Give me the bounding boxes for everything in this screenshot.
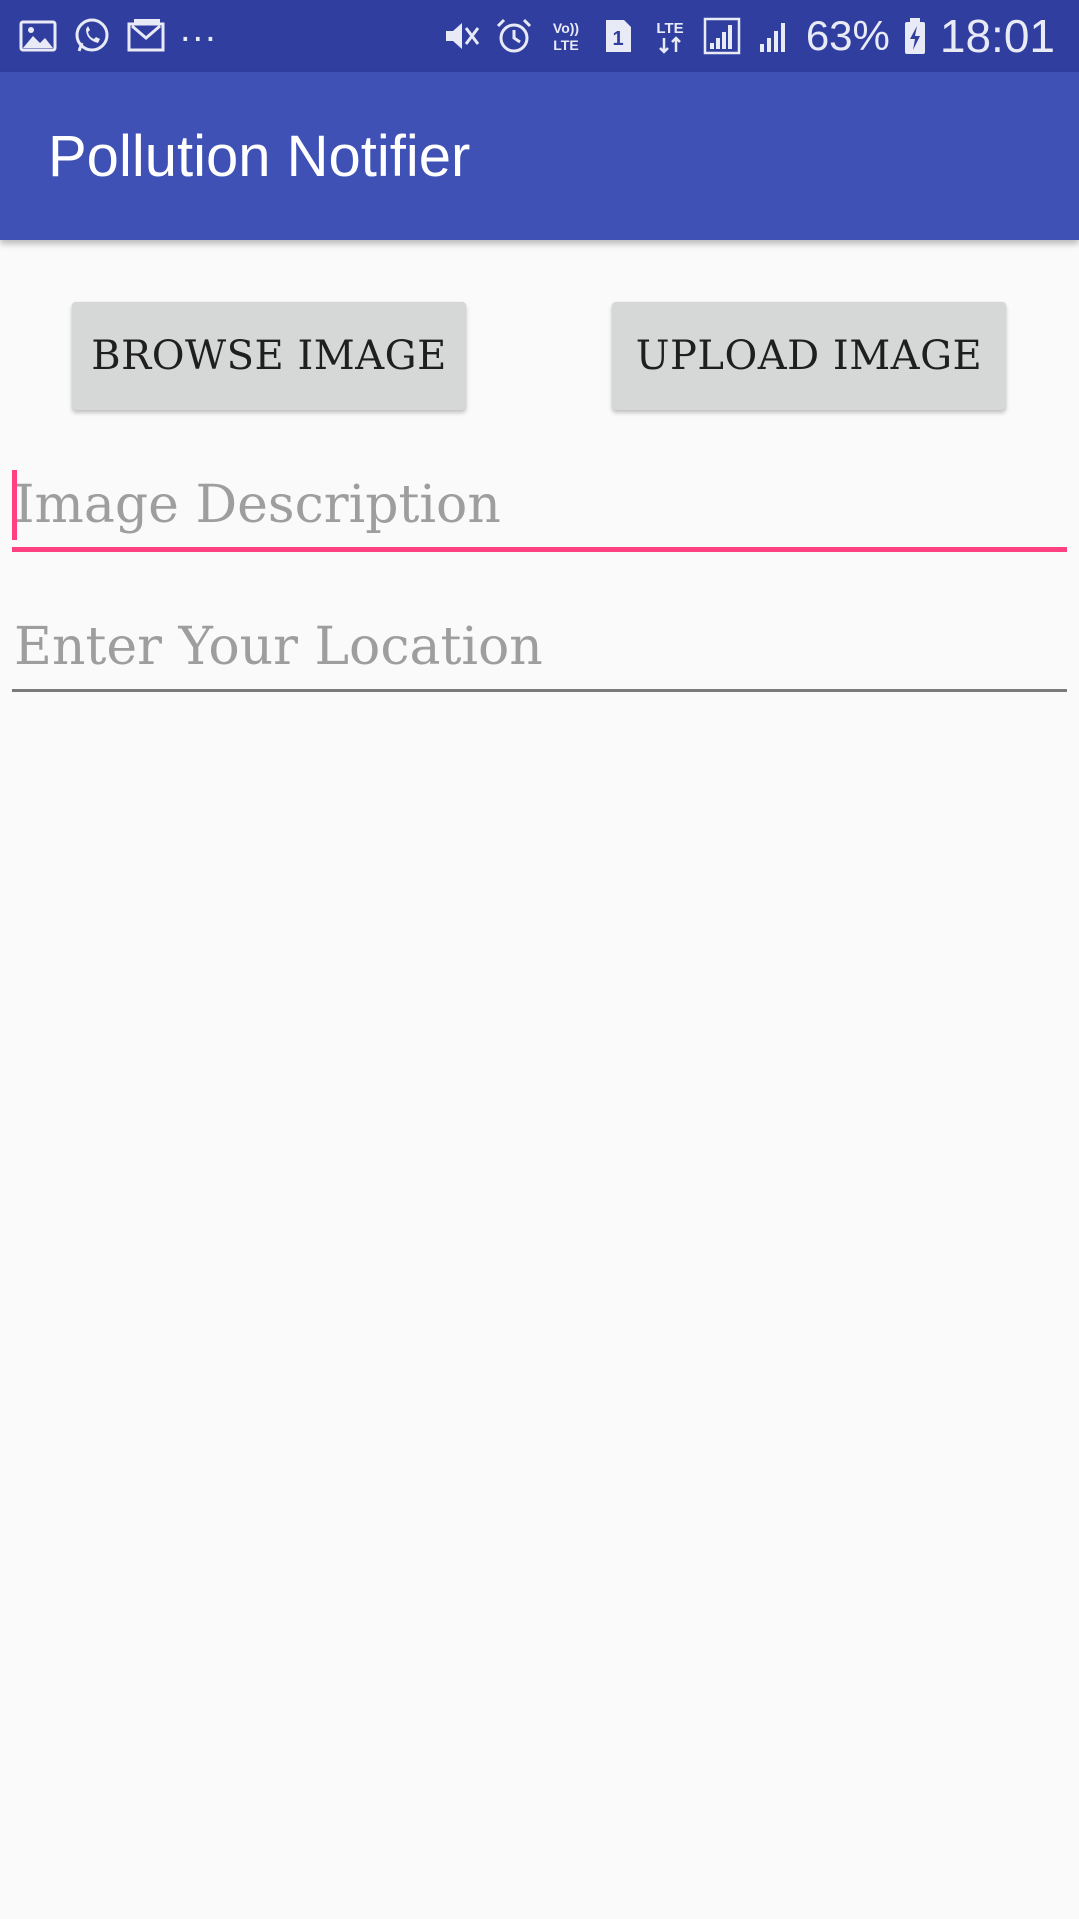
signal-icon [702, 16, 742, 56]
svg-text:1: 1 [612, 28, 623, 50]
svg-text:Vo)): Vo)) [553, 20, 579, 36]
upload-image-button[interactable]: UPLOAD IMAGE [612, 302, 1006, 410]
browse-image-button[interactable]: BROWSE IMAGE [72, 302, 466, 410]
location-field[interactable] [12, 612, 1067, 692]
app-title: Pollution Notifier [48, 124, 471, 189]
status-bar-system: Vo)) LTE 1 LTE 63% 18:01 [442, 0, 1055, 72]
volte-icon: Vo)) LTE [546, 16, 586, 56]
location-underline [12, 689, 1067, 692]
status-bar: ... Vo)) LTE 1 LTE 63% 18:01 [0, 0, 1079, 72]
more-notifications-indicator: ... [180, 8, 218, 50]
image-description-underline [12, 547, 1067, 552]
app-bar: Pollution Notifier [0, 72, 1079, 240]
battery-percentage: 63% [805, 12, 890, 59]
image-description-input[interactable] [12, 470, 1067, 540]
text-cursor [12, 470, 17, 540]
gmail-icon [126, 16, 166, 56]
image-description-field[interactable] [12, 470, 1067, 552]
gallery-icon [18, 16, 58, 56]
battery-charging-icon [902, 16, 928, 56]
alarm-icon [494, 16, 534, 56]
sim-1-icon: 1 [598, 16, 638, 56]
signal-2-icon [754, 16, 794, 56]
lte-icon: LTE [650, 16, 690, 56]
status-bar-notifications: ... [18, 0, 218, 72]
clock: 18:01 [939, 10, 1055, 62]
mute-icon [442, 16, 482, 56]
svg-text:LTE: LTE [656, 20, 683, 37]
whatsapp-icon [72, 16, 112, 56]
svg-text:LTE: LTE [553, 37, 578, 53]
location-input[interactable] [12, 612, 1067, 682]
